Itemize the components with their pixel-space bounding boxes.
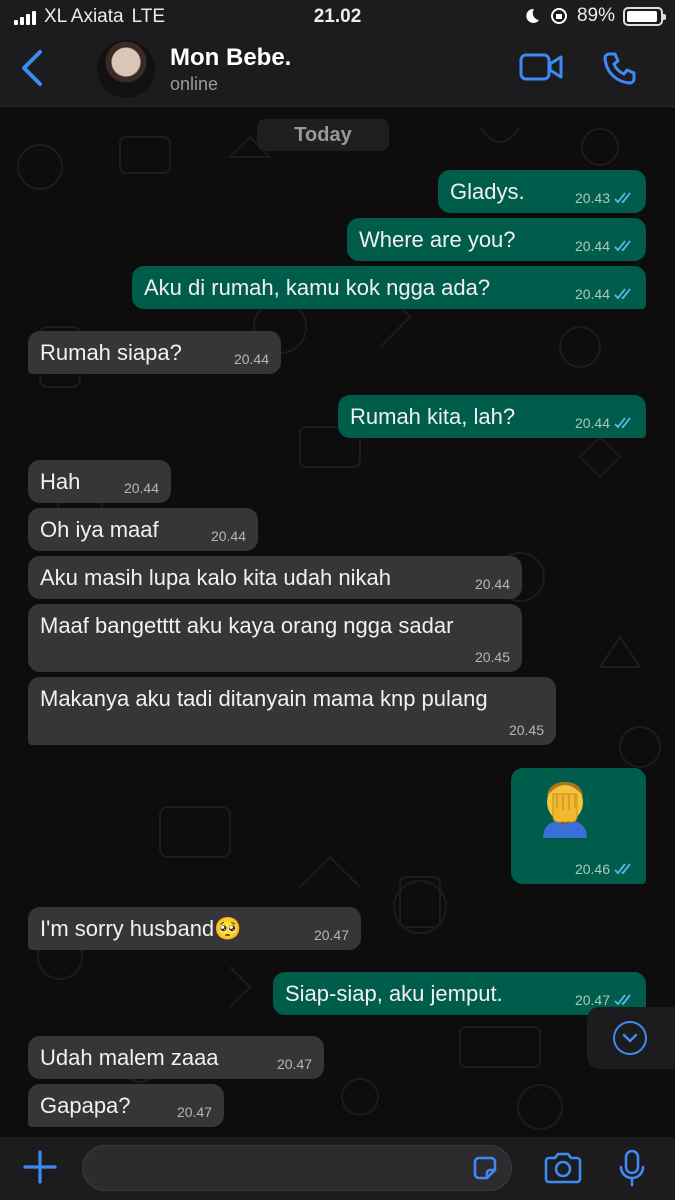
message-bubble-outgoing[interactable]: Aku di rumah, kamu kok ngga ada? 20.44 [132, 266, 646, 309]
message-bubble-incoming[interactable]: Aku masih lupa kalo kita udah nikah 20.4… [28, 556, 522, 599]
message-bubble-incoming[interactable]: Gapapa? 20.47 [28, 1084, 224, 1127]
message-meta: 20.44 [575, 286, 634, 302]
camera-icon[interactable] [543, 1151, 583, 1185]
read-ticks-icon [614, 288, 631, 300]
message-text: Where are you? [359, 227, 516, 252]
read-ticks-icon [614, 994, 631, 1006]
read-ticks-icon [614, 240, 631, 252]
scroll-to-bottom-button[interactable] [587, 1007, 675, 1069]
message-time: 20.47 [574, 992, 610, 1008]
message-bubble-incoming[interactable]: Rumah siapa? 20.44 [28, 331, 281, 374]
video-call-icon[interactable] [519, 52, 563, 82]
message-bubble-incoming[interactable]: I'm sorry husband🥺 20.47 [28, 907, 361, 950]
message-bubble-outgoing[interactable]: Where are you? 20.44 [347, 218, 646, 261]
message-time: 20.47 [313, 927, 349, 943]
message-composer [0, 1137, 675, 1200]
man-facepalming-emoji [543, 782, 587, 838]
message-bubble-incoming[interactable]: Makanya aku tadi ditanyain mama knp pula… [28, 677, 556, 745]
message-bubble-outgoing[interactable]: Gladys. 20.43 [438, 170, 646, 213]
message-text: Gapapa? [40, 1093, 131, 1118]
back-chevron-icon[interactable] [18, 48, 48, 88]
message-meta: 20.47 [575, 992, 634, 1008]
message-bubble-outgoing[interactable]: Rumah kita, lah? 20.44 [338, 395, 646, 438]
message-text: Aku masih lupa kalo kita udah nikah [40, 565, 391, 590]
message-time: 20.44 [574, 415, 610, 431]
message-text: Aku di rumah, kamu kok ngga ada? [144, 275, 491, 300]
plus-icon[interactable] [22, 1149, 58, 1185]
message-meta: 20.43 [575, 190, 634, 206]
message-bubble-incoming[interactable]: Hah 20.44 [28, 460, 171, 503]
chat-area[interactable]: Today Gladys. 20.43 Where are you? 20.44… [0, 107, 675, 1137]
message-bubble-outgoing[interactable]: Siap-siap, aku jemput. 20.47 [273, 972, 646, 1015]
message-text: Udah malem zaaa [40, 1045, 219, 1070]
battery-percent: 89% [576, 5, 615, 26]
message-text: Makanya aku tadi ditanyain mama knp pula… [40, 686, 488, 711]
message-text: Siap-siap, aku jemput. [285, 981, 503, 1006]
message-bubble-outgoing-emoji[interactable]: 20.46 [511, 768, 646, 884]
sticker-icon[interactable] [470, 1153, 500, 1183]
read-ticks-icon [614, 192, 631, 204]
message-text: Hah [40, 469, 81, 494]
battery-icon [623, 6, 666, 26]
message-text: Maaf bangetttt aku kaya orang ngga sadar [40, 613, 454, 638]
moon-icon [526, 8, 539, 23]
avatar[interactable] [97, 40, 155, 98]
message-time: 20.46 [574, 861, 610, 877]
chevron-down-icon [613, 1021, 647, 1055]
microphone-icon[interactable] [618, 1149, 646, 1187]
message-text: Gladys. [450, 179, 525, 204]
presence-status: online [170, 74, 219, 94]
contact-name[interactable]: Mon Bebe. [170, 44, 291, 72]
status-bar: XL Axiata LTE 21.02 89% [0, 0, 675, 34]
message-meta: 20.44 [575, 238, 634, 254]
message-time: 20.47 [276, 1056, 312, 1072]
message-time: 20.45 [508, 722, 544, 738]
message-meta: 20.44 [575, 415, 634, 431]
message-time: 20.44 [233, 351, 269, 367]
message-meta: 20.46 [575, 861, 634, 877]
message-time: 20.44 [574, 286, 610, 302]
phone-call-icon[interactable] [601, 50, 637, 86]
message-text: I'm sorry husband🥺 [40, 916, 242, 941]
message-time: 20.44 [123, 480, 159, 496]
message-bubble-incoming[interactable]: Maaf bangetttt aku kaya orang ngga sadar… [28, 604, 522, 672]
status-right: 89% [523, 5, 666, 27]
message-text: Oh iya maaf [40, 517, 159, 542]
date-separator: Today [257, 119, 389, 151]
read-ticks-icon [614, 417, 631, 429]
message-bubble-incoming[interactable]: Udah malem zaaa 20.47 [28, 1036, 324, 1079]
read-ticks-icon [614, 863, 631, 875]
chat-header: Mon Bebe. online [0, 34, 675, 107]
rotation-lock-icon [550, 8, 567, 24]
message-time: 20.45 [474, 649, 510, 665]
message-time: 20.44 [574, 238, 610, 254]
message-bubble-incoming[interactable]: Oh iya maaf 20.44 [28, 508, 258, 551]
message-time: 20.43 [574, 190, 610, 206]
message-text: Rumah siapa? [40, 340, 182, 365]
message-time: 20.47 [176, 1104, 212, 1120]
message-input[interactable] [82, 1145, 512, 1191]
message-time: 20.44 [474, 576, 510, 592]
message-time: 20.44 [210, 528, 246, 544]
message-text: Rumah kita, lah? [350, 404, 516, 429]
